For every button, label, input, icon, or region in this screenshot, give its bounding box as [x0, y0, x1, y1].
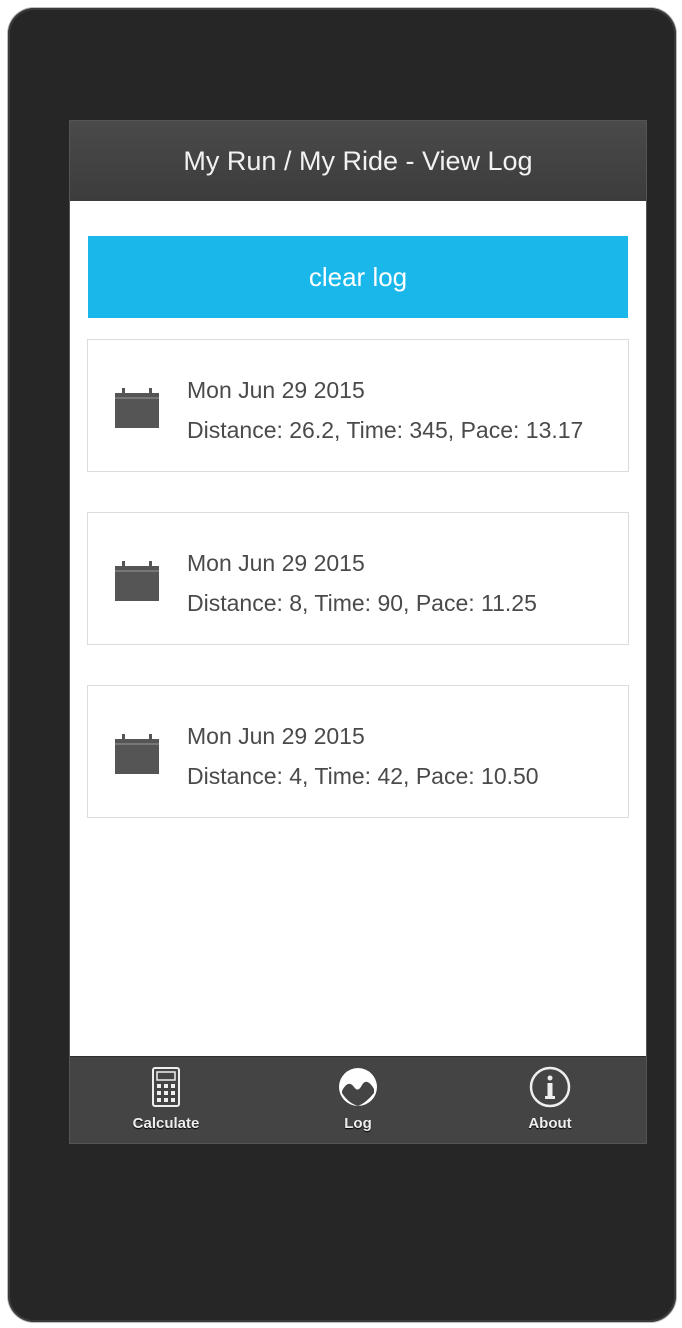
log-entry[interactable]: Mon Jun 29 2015 Distance: 8, Time: 90, P…: [87, 512, 629, 645]
calendar-icon: [115, 561, 159, 601]
tab-bar: Calculate Log About: [70, 1056, 646, 1143]
calendar-icon: [115, 734, 159, 774]
tab-about-label: About: [528, 1115, 572, 1132]
clear-log-label: clear log: [308, 261, 408, 292]
calendar-icon: [115, 388, 159, 428]
entry-summary: Distance: 26.2, Time: 345, Pace: 13.17: [187, 417, 584, 443]
page-header: My Run / My Ride - View Log: [70, 121, 646, 201]
app-screen: My Run / My Ride - View Log clear log Mo…: [69, 120, 647, 1144]
clear-log-button[interactable]: clear log: [88, 236, 628, 318]
tab-calculate-label: Calculate: [132, 1115, 200, 1132]
entry-summary: Distance: 4, Time: 42, Pace: 10.50: [187, 763, 539, 789]
tab-calculate[interactable]: Calculate: [70, 1057, 262, 1143]
calculator-icon: [152, 1067, 180, 1107]
phone-frame: My Run / My Ride - View Log clear log Mo…: [8, 8, 676, 1322]
tab-log-label: Log: [344, 1115, 372, 1132]
page-title: My Run / My Ride - View Log: [183, 145, 533, 176]
entry-date: Mon Jun 29 2015: [187, 550, 365, 576]
log-entry[interactable]: Mon Jun 29 2015 Distance: 4, Time: 42, P…: [87, 685, 629, 818]
entry-date: Mon Jun 29 2015: [187, 377, 365, 403]
tab-about[interactable]: About: [454, 1057, 646, 1143]
log-icon: [339, 1068, 377, 1106]
tab-log[interactable]: Log: [262, 1057, 454, 1143]
log-entry[interactable]: Mon Jun 29 2015 Distance: 26.2, Time: 34…: [87, 339, 629, 472]
entry-date: Mon Jun 29 2015: [187, 723, 365, 749]
info-icon: [529, 1066, 571, 1108]
entry-summary: Distance: 8, Time: 90, Pace: 11.25: [187, 590, 537, 616]
